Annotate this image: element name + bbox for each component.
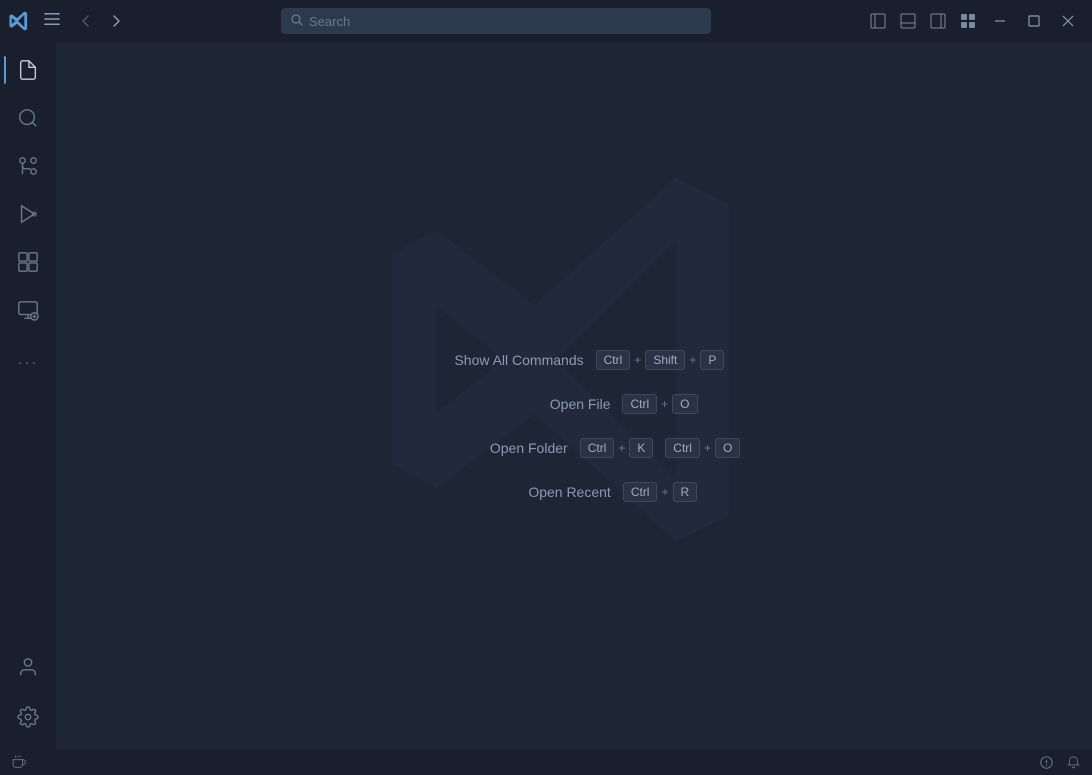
main-body: ··· bbox=[0, 42, 1092, 749]
welcome-content: Show All Commands Ctrl + Shift + P Open … bbox=[408, 350, 741, 502]
sidebar-item-run[interactable] bbox=[4, 190, 52, 238]
activity-bar: ··· bbox=[0, 42, 56, 749]
kbd-ctrl-2: Ctrl bbox=[622, 394, 657, 414]
secondary-sidebar-toggle[interactable] bbox=[924, 7, 952, 35]
titlebar: Search bbox=[0, 0, 1092, 42]
nav-back-button[interactable] bbox=[74, 9, 98, 33]
minimize-button[interactable] bbox=[984, 5, 1016, 37]
kbd-shift: Shift bbox=[645, 350, 685, 370]
kbd-plus-3: + bbox=[661, 397, 668, 411]
command-label-show-all-commands: Show All Commands bbox=[424, 352, 584, 368]
command-label-open-recent: Open Recent bbox=[451, 484, 611, 500]
kbd-k: K bbox=[629, 438, 653, 458]
command-row-show-all-commands: Show All Commands Ctrl + Shift + P bbox=[424, 350, 725, 370]
status-notifications[interactable] bbox=[1063, 749, 1084, 775]
kbd-o: O bbox=[672, 394, 697, 414]
status-errors[interactable] bbox=[1036, 749, 1057, 775]
content-area: Show All Commands Ctrl + Shift + P Open … bbox=[56, 42, 1092, 749]
nav-forward-button[interactable] bbox=[104, 9, 128, 33]
titlebar-left bbox=[8, 7, 128, 36]
kbd-plus-6: + bbox=[661, 485, 668, 499]
statusbar-right bbox=[1036, 749, 1084, 775]
search-bar-text: Search bbox=[309, 14, 701, 29]
vscode-logo-icon bbox=[8, 10, 30, 32]
command-label-open-file: Open File bbox=[450, 396, 610, 412]
sidebar-item-explorer[interactable] bbox=[4, 46, 52, 94]
kbd-p: P bbox=[700, 350, 724, 370]
kbd-group-open-file: Ctrl + O bbox=[622, 394, 697, 414]
activity-bar-top: ··· bbox=[4, 46, 52, 643]
kbd-group-show-all-commands: Ctrl + Shift + P bbox=[596, 350, 725, 370]
kbd-plus-2: + bbox=[689, 353, 696, 367]
search-bar-icon bbox=[291, 14, 303, 29]
sidebar-item-more[interactable]: ··· bbox=[4, 338, 52, 386]
command-row-open-recent: Open Recent Ctrl + R bbox=[451, 482, 697, 502]
sidebar-item-search[interactable] bbox=[4, 94, 52, 142]
kbd-ctrl: Ctrl bbox=[596, 350, 631, 370]
sidebar-item-source-control[interactable] bbox=[4, 142, 52, 190]
command-row-open-file: Open File Ctrl + O bbox=[450, 394, 697, 414]
titlebar-nav bbox=[74, 9, 128, 33]
maximize-button[interactable] bbox=[1018, 5, 1050, 37]
primary-sidebar-toggle[interactable] bbox=[864, 7, 892, 35]
sidebar-item-extensions[interactable] bbox=[4, 238, 52, 286]
command-row-open-folder: Open Folder Ctrl + K Ctrl + O bbox=[408, 438, 741, 458]
search-bar[interactable]: Search bbox=[281, 8, 711, 34]
kbd-plus-5: + bbox=[704, 441, 711, 455]
kbd-ctrl-5: Ctrl bbox=[623, 482, 658, 502]
layout-options-icon[interactable] bbox=[954, 7, 982, 35]
statusbar-left bbox=[8, 749, 30, 775]
sidebar-item-account[interactable] bbox=[4, 643, 52, 691]
more-dots-icon: ··· bbox=[18, 354, 38, 370]
kbd-ctrl-3: Ctrl bbox=[580, 438, 615, 458]
kbd-group-open-folder: Ctrl + K Ctrl + O bbox=[580, 438, 741, 458]
close-button[interactable] bbox=[1052, 5, 1084, 37]
kbd-plus-4: + bbox=[618, 441, 625, 455]
kbd-plus-1: + bbox=[634, 353, 641, 367]
statusbar bbox=[0, 749, 1092, 775]
kbd-r: R bbox=[673, 482, 698, 502]
kbd-o-2: O bbox=[715, 438, 740, 458]
activity-bar-bottom bbox=[4, 643, 52, 749]
titlebar-right bbox=[864, 5, 1084, 37]
kbd-group-open-recent: Ctrl + R bbox=[623, 482, 697, 502]
sidebar-item-settings[interactable] bbox=[4, 693, 52, 741]
sidebar-item-remote-explorer[interactable] bbox=[4, 286, 52, 334]
command-label-open-folder: Open Folder bbox=[408, 440, 568, 456]
hamburger-menu-icon[interactable] bbox=[40, 7, 64, 36]
kbd-ctrl-4: Ctrl bbox=[665, 438, 700, 458]
panel-toggle[interactable] bbox=[894, 7, 922, 35]
status-remote[interactable] bbox=[8, 749, 30, 775]
